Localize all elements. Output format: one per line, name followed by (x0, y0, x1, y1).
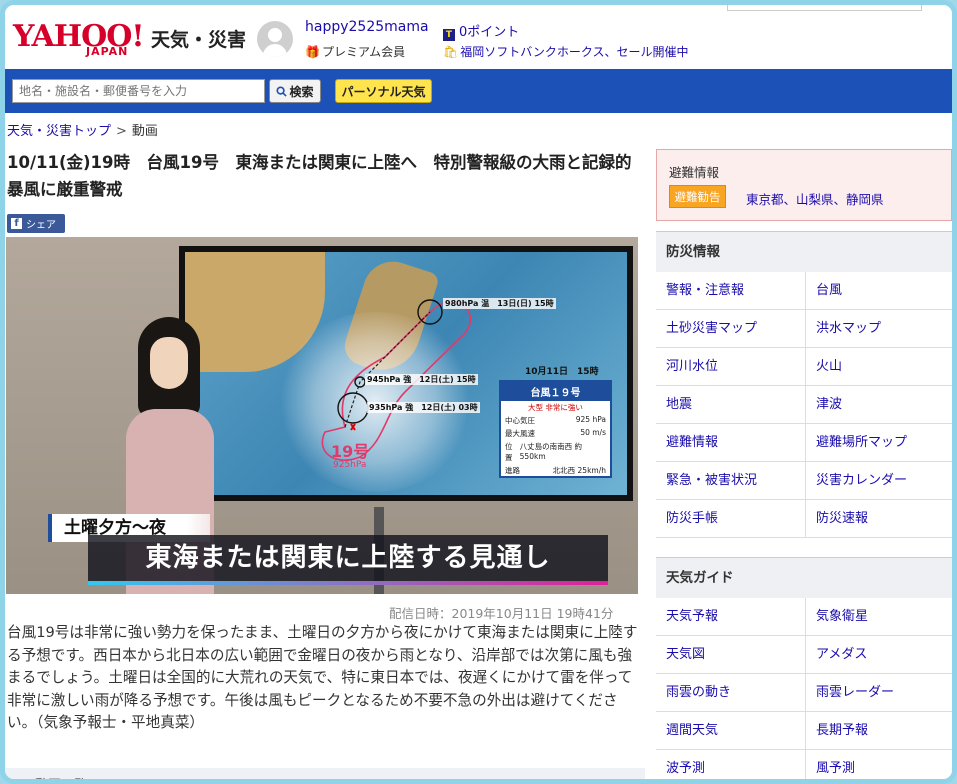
disaster-links: 警報・注意報 台風 土砂災害マップ 洪水マップ 河川水位 火山 地震 津波 避難… (656, 272, 952, 538)
info-row: 進路 北北西 25km/h (505, 466, 606, 475)
typhoon-label: 19号 (331, 442, 370, 461)
disaster-link[interactable]: 緊急・被害状況 (656, 462, 806, 500)
search-button-label: 検索 (289, 84, 314, 99)
disaster-link[interactable]: 土砂災害マップ (656, 310, 806, 348)
forecast-point-13d: 980hPa 温 13日(日) 15時 (443, 298, 556, 309)
info-row: 位置 八丈島の南南西 約550km (505, 442, 583, 462)
weather-link[interactable]: 長期予報 (806, 712, 952, 750)
weather-link[interactable]: 気象衛星 (806, 598, 952, 636)
promo-link[interactable]: 🛍 福岡ソフトバンクホークス、セール開催中 (443, 43, 688, 60)
breadcrumb-separator: > (116, 124, 127, 139)
panel-title: 天気ガイド (656, 558, 952, 598)
avatar[interactable] (257, 21, 293, 57)
typhoon-map: 980hPa 温 13日(日) 15時 945hPa 強 12日(土) 15時 … (185, 252, 627, 495)
video-list-bar[interactable]: 動画一覧 (5, 768, 645, 779)
video-player[interactable]: 980hPa 温 13日(日) 15時 945hPa 強 12日(土) 15時 … (6, 237, 638, 594)
weather-link[interactable]: 雨雲の動き (656, 674, 806, 712)
article-body: 台風19号は非常に強い勢力を保ったまま、土曜日の夕方から夜にかけて東海または関東… (7, 624, 638, 731)
info-row: 最大風速 50 m/s (505, 428, 606, 438)
weather-link[interactable]: 天気図 (656, 636, 806, 674)
top-right-box (727, 5, 922, 11)
promo-label: 福岡ソフトバンクホークス、セール開催中 (460, 45, 689, 59)
disaster-link[interactable]: 災害カレンダー (806, 462, 952, 500)
logo-subtext: JAPAN (86, 45, 129, 58)
breadcrumb: 天気・災害トップ > 動画 (7, 120, 158, 139)
search-icon (276, 85, 288, 97)
weather-link[interactable]: 波予測 (656, 750, 806, 779)
disaster-link[interactable]: 津波 (806, 386, 952, 424)
facebook-share-button[interactable]: f シェア (7, 214, 65, 233)
search-button[interactable]: 検索 (269, 79, 321, 103)
presenter-face (150, 337, 188, 389)
info-box-sub: 大型 非常に強い (528, 403, 583, 412)
points-label: 0ポイント (459, 25, 520, 40)
alert-title: 避難情報 (669, 165, 720, 180)
premium-status[interactable]: 🎁 プレミアム会員 (305, 43, 405, 60)
avatar-body (263, 44, 287, 57)
weather-monitor: 980hPa 温 13日(日) 15時 945hPa 強 12日(土) 15時 … (179, 246, 633, 501)
search-bar: 検索 パーソナル天気 (5, 69, 952, 113)
disaster-link[interactable]: 警報・注意報 (656, 272, 806, 310)
premium-label: プレミアム会員 (321, 45, 406, 59)
map-date: 10月11日 15時 (525, 367, 599, 377)
disaster-link[interactable]: 防災手帳 (656, 500, 806, 538)
disaster-link[interactable]: 防災速報 (806, 500, 952, 538)
personal-weather-button[interactable]: パーソナル天気 (335, 79, 432, 103)
disaster-link[interactable]: 避難情報 (656, 424, 806, 462)
avatar-head (268, 28, 282, 42)
typhoon-info-box: 台風１９号 大型 非常に強い 中心気圧 925 hPa 最大風速 50 m/s 位置… (499, 380, 612, 478)
username-link[interactable]: happy2525mama (305, 19, 429, 35)
disaster-link[interactable]: 火山 (806, 348, 952, 386)
weather-link[interactable]: 風予測 (806, 750, 952, 779)
shopping-bag-icon: 🛍 (443, 45, 459, 59)
weather-link[interactable]: 週間天気 (656, 712, 806, 750)
article-title: 10/11(金)19時 台風19号 東海または関東に上陸へ 特別警報級の大雨と記… (7, 153, 632, 199)
disaster-link[interactable]: 洪水マップ (806, 310, 952, 348)
browser-frame: YAHOO! JAPAN 天気・災害 happy2525mama 🎁 プレミアム会… (0, 0, 957, 784)
panel-title: 防災情報 (656, 232, 952, 272)
breadcrumb-current: 動画 (131, 124, 158, 139)
forecast-point-12d-03: 935hPa 強 12日(土) 03時 (367, 402, 480, 413)
facebook-icon: f (11, 218, 22, 229)
disaster-link[interactable]: 地震 (656, 386, 806, 424)
info-box-title: 台風１９号 (501, 382, 610, 401)
gift-icon: 🎁 (305, 45, 320, 59)
caption-main: 東海または関東に上陸する見通し (88, 535, 608, 581)
weather-link[interactable]: アメダス (806, 636, 952, 674)
weather-link[interactable]: 天気予報 (656, 598, 806, 636)
tpoint-icon: T (443, 29, 455, 41)
points-link[interactable]: T 0ポイント (443, 21, 519, 41)
publish-date: 配信日時：2019年10月11日 19時41分 (389, 606, 614, 621)
share-label: シェア (26, 220, 56, 231)
info-row: 中心気圧 925 hPa (505, 415, 606, 425)
weather-guide-panel: 天気ガイド 天気予報 気象衛星 天気図 アメダス 雨雲の動き 雨雲レーダー 週間… (656, 557, 952, 779)
weather-links: 天気予報 気象衛星 天気図 アメダス 雨雲の動き 雨雲レーダー 週間天気 長期予… (656, 598, 952, 779)
disaster-link[interactable]: 台風 (806, 272, 952, 310)
evacuation-alert-box: 避難情報 避難勧告 東京都、山梨県、静岡県 (656, 149, 952, 221)
forecast-point-12d-15: 945hPa 強 12日(土) 15時 (365, 374, 478, 385)
caption-accent-bar (88, 581, 608, 585)
disaster-link[interactable]: 避難場所マップ (806, 424, 952, 462)
disaster-link[interactable]: 河川水位 (656, 348, 806, 386)
header: YAHOO! JAPAN 天気・災害 happy2525mama 🎁 プレミアム会… (5, 5, 952, 69)
alert-badge[interactable]: 避難勧告 (669, 185, 726, 208)
disaster-info-panel: 防災情報 警報・注意報 台風 土砂災害マップ 洪水マップ 河川水位 火山 地震 … (656, 231, 952, 538)
breadcrumb-home[interactable]: 天気・災害トップ (7, 124, 111, 139)
service-title[interactable]: 天気・災害 (151, 25, 246, 52)
search-input[interactable] (12, 79, 265, 103)
typhoon-pressure: 925hPa (333, 460, 367, 470)
weather-link[interactable]: 雨雲レーダー (806, 674, 952, 712)
alert-regions-link[interactable]: 東京都、山梨県、静岡県 (746, 189, 884, 208)
